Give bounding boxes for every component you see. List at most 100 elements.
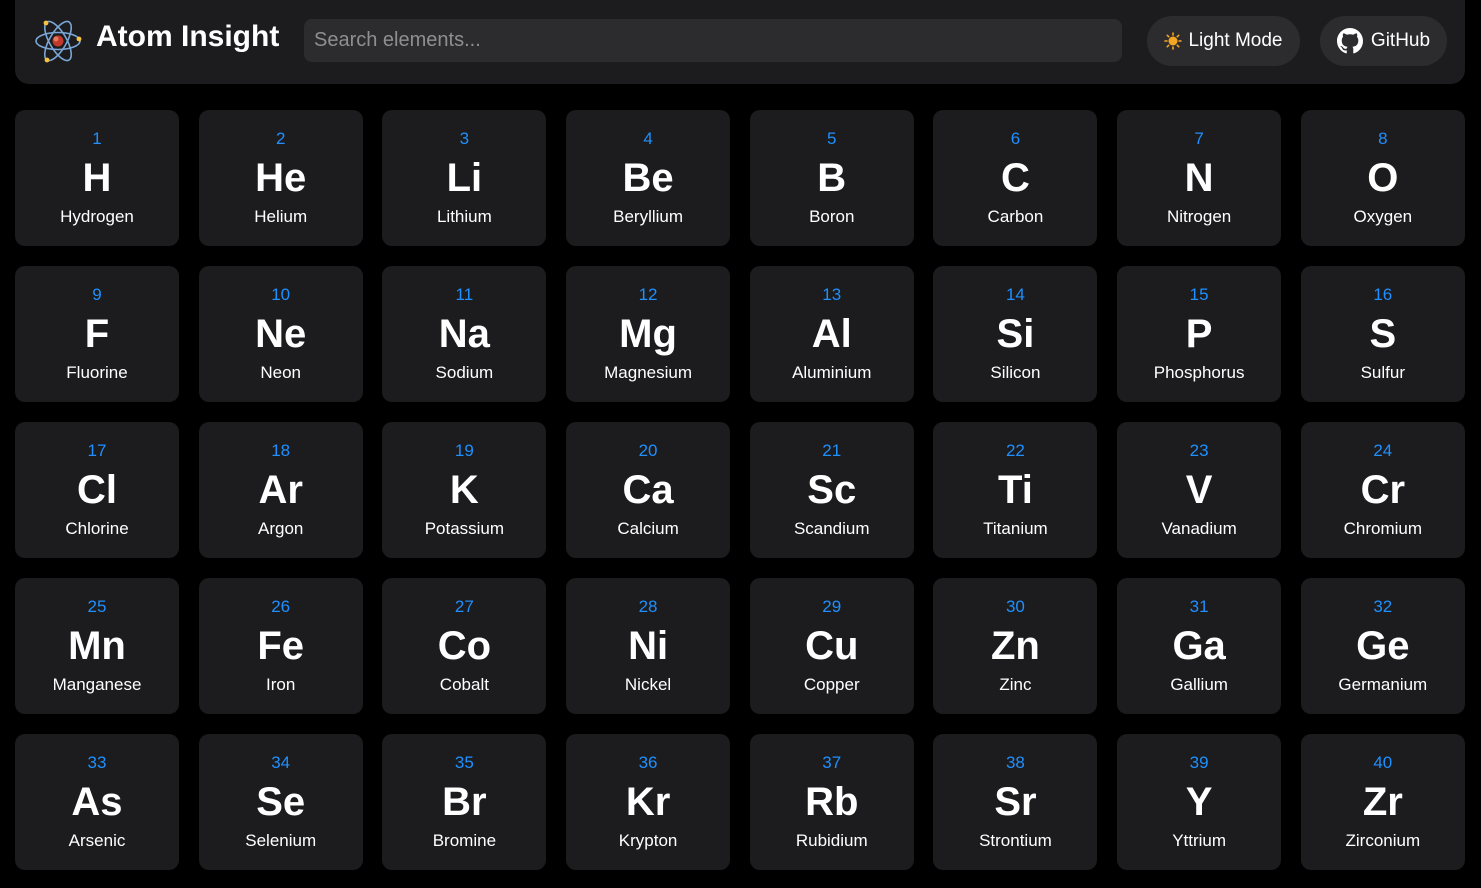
atomic-number: 15 [1189,285,1209,304]
element-tile[interactable]: 35 Br Bromine [382,734,547,870]
element-tile[interactable]: 32 Ge Germanium [1300,578,1465,714]
element-symbol: Ar [258,468,303,512]
element-tile[interactable]: 15 P Phosphorus [1117,266,1282,402]
element-tile[interactable]: 9 F Fluorine [15,266,179,402]
atomic-number: 1 [92,129,102,148]
atomic-number: 22 [1005,441,1025,460]
element-tile[interactable]: 33 As Arsenic [15,734,179,870]
element-name: Potassium [424,519,505,538]
element-name: Neon [260,363,301,382]
element-symbol: P [1185,312,1213,356]
element-symbol: Ge [1356,624,1410,668]
app-title: Atom Insight [96,20,280,53]
element-tile[interactable]: 27 Co Cobalt [382,578,547,714]
atomic-number: 35 [454,753,474,772]
element-name: Manganese [52,675,142,694]
element-tile[interactable]: 23 V Vanadium [1117,422,1282,558]
element-name: Gallium [1170,675,1228,694]
element-symbol: O [1367,156,1399,200]
element-tile[interactable]: 12 Mg Magnesium [566,266,731,402]
element-tile[interactable]: 25 Mn Manganese [15,578,179,714]
element-symbol: Ti [998,468,1033,512]
element-name: Silicon [990,363,1041,382]
atomic-number: 32 [1373,597,1393,616]
element-symbol: Li [446,156,483,200]
sun-icon [1164,32,1183,50]
atomic-number: 29 [822,597,842,616]
atomic-number: 24 [1373,441,1393,460]
atomic-number: 13 [822,285,842,304]
element-tile[interactable]: 40 Zr Zirconium [1300,734,1465,870]
element-tile[interactable]: 2 He Helium [198,110,363,246]
element-tile[interactable]: 26 Fe Iron [198,578,363,714]
element-tile[interactable]: 6 C Carbon [933,110,1098,246]
element-tile[interactable]: 11 Na Sodium [382,266,547,402]
element-symbol: Cu [805,624,859,668]
element-tile[interactable]: 30 Zn Zinc [933,578,1098,714]
element-symbol: Ni [628,624,669,668]
element-tile[interactable]: 10 Ne Neon [198,266,363,402]
element-symbol: Si [996,312,1035,356]
element-symbol: K [449,468,479,512]
atomic-number: 9 [92,285,102,304]
element-name: Selenium [245,831,317,850]
atomic-number: 5 [827,129,837,148]
atomic-number: 23 [1189,441,1209,460]
element-tile[interactable]: 38 Sr Strontium [933,734,1098,870]
element-name: Nickel [624,675,672,694]
element-tile[interactable]: 21 Sc Scandium [749,422,914,558]
element-name: Fluorine [66,363,128,382]
element-tile[interactable]: 39 Y Yttrium [1117,734,1282,870]
search-input[interactable] [304,19,1122,62]
element-symbol: Mn [68,624,126,668]
atomic-number: 18 [271,441,291,460]
light-mode-button[interactable]: Light Mode [1147,16,1300,66]
element-tile[interactable]: 34 Se Selenium [198,734,363,870]
element-tile[interactable]: 31 Ga Gallium [1117,578,1282,714]
element-tile[interactable]: 13 Al Aluminium [749,266,914,402]
element-name: Argon [258,519,304,538]
element-symbol: Y [1185,780,1213,824]
element-symbol: Ne [255,312,307,356]
atomic-number: 28 [638,597,658,616]
atomic-number: 7 [1194,129,1204,148]
element-name: Arsenic [68,831,126,850]
element-name: Carbon [987,207,1044,226]
element-tile[interactable]: 4 Be Beryllium [566,110,731,246]
atomic-number: 27 [454,597,474,616]
element-symbol: Cl [77,468,117,512]
github-button[interactable]: GitHub [1320,16,1447,66]
atomic-number: 34 [271,753,291,772]
element-symbol: Sc [807,468,857,512]
element-name: Krypton [618,831,678,850]
atomic-number: 12 [638,285,658,304]
element-tile[interactable]: 3 Li Lithium [382,110,547,246]
atomic-number: 36 [638,753,658,772]
element-tile[interactable]: 16 S Sulfur [1300,266,1465,402]
element-tile[interactable]: 20 Ca Calcium [566,422,731,558]
element-tile[interactable]: 17 Cl Chlorine [15,422,179,558]
element-tile[interactable]: 24 Cr Chromium [1300,422,1465,558]
element-tile[interactable]: 1 H Hydrogen [15,110,179,246]
element-symbol: Br [442,780,487,824]
element-name: Oxygen [1353,207,1413,226]
element-symbol: V [1185,468,1213,512]
element-tile[interactable]: 37 Rb Rubidium [749,734,914,870]
element-name: Nitrogen [1166,207,1232,226]
element-symbol: Se [256,780,306,824]
element-name: Zinc [999,675,1032,694]
element-tile[interactable]: 22 Ti Titanium [933,422,1098,558]
element-tile[interactable]: 28 Ni Nickel [566,578,731,714]
element-tile[interactable]: 19 K Potassium [382,422,547,558]
element-tile[interactable]: 14 Si Silicon [933,266,1098,402]
atom-icon [35,20,82,63]
element-name: Germanium [1338,675,1428,694]
atomic-number: 4 [643,129,653,148]
element-tile[interactable]: 8 O Oxygen [1300,110,1465,246]
element-tile[interactable]: 18 Ar Argon [198,422,363,558]
element-name: Zirconium [1345,831,1421,850]
element-tile[interactable]: 36 Kr Krypton [566,734,731,870]
element-tile[interactable]: 7 N Nitrogen [1117,110,1282,246]
element-tile[interactable]: 5 B Boron [749,110,914,246]
element-tile[interactable]: 29 Cu Copper [749,578,914,714]
